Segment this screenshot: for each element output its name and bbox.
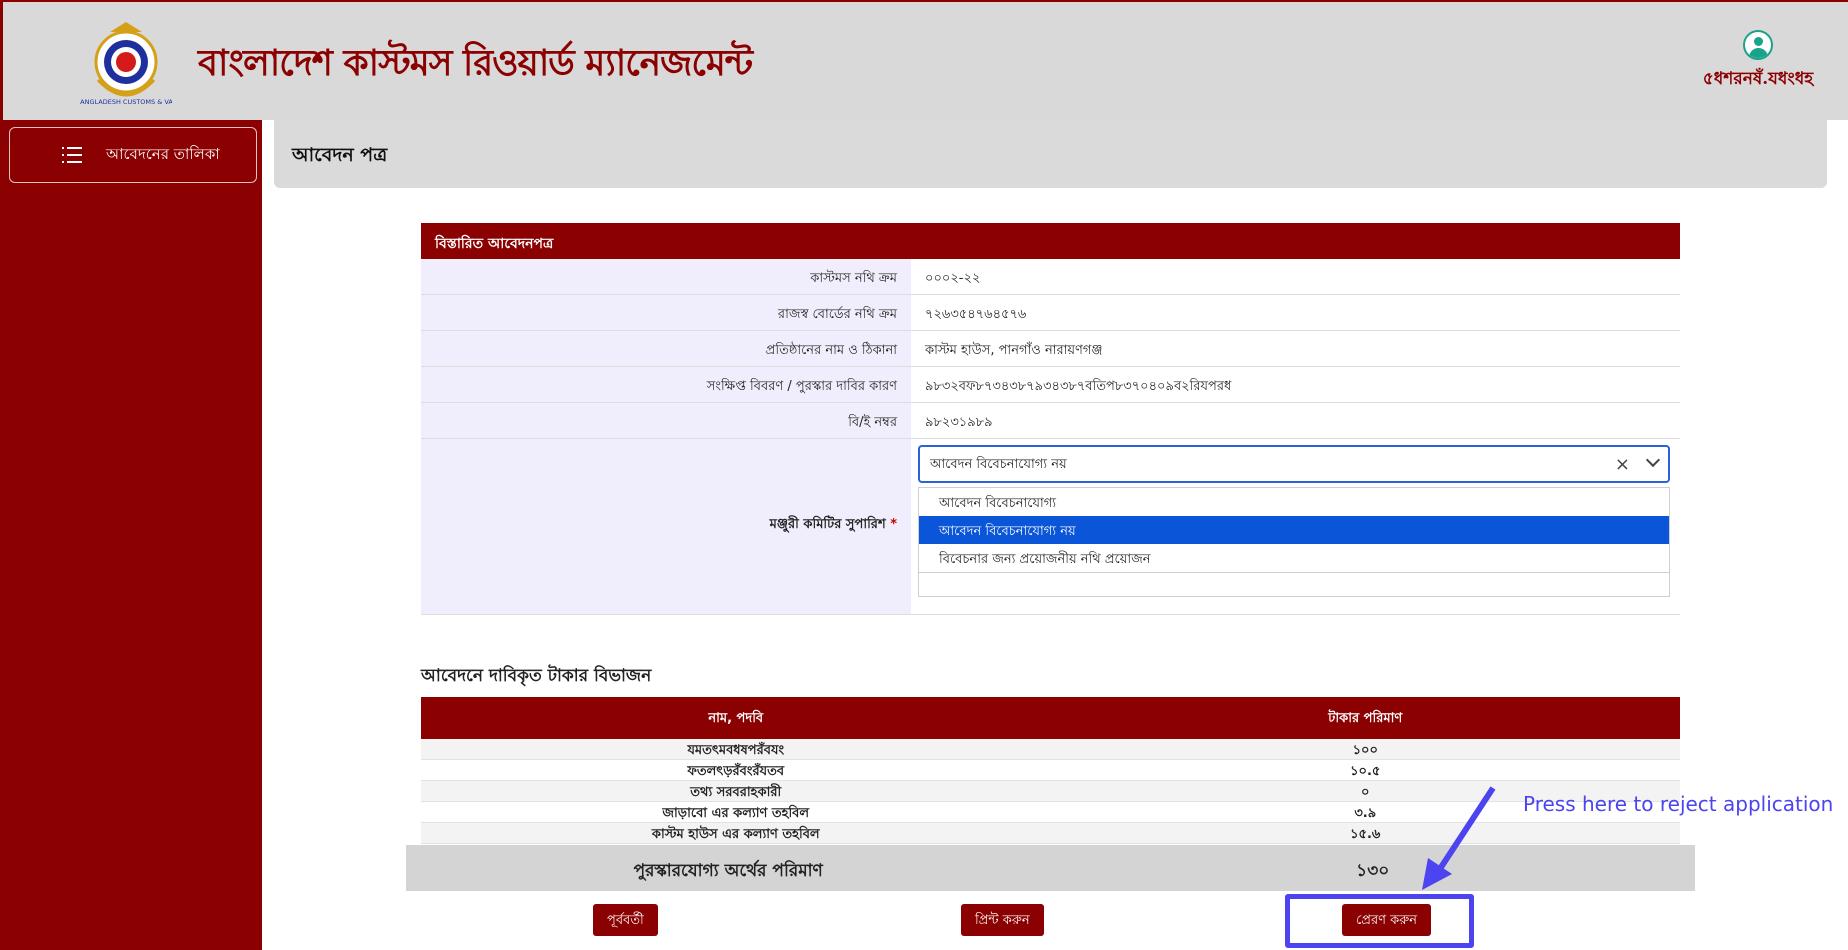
annotation-text: Press here to reject application (1523, 792, 1834, 816)
page-heading: আবেদন পত্র (274, 120, 1827, 188)
detail-row: রাজস্ব বোর্ডের নথি ক্রম ৭২৬৩৫৪৭৬৪৫৭৬ (421, 295, 1680, 331)
detail-row: কাস্টমস নথি ক্রম ০০০২-২২ (421, 259, 1680, 295)
page-title: আবেদন পত্র (292, 144, 388, 166)
print-button[interactable]: প্রিন্ট করুন (961, 904, 1044, 936)
detail-value: কাস্টম হাউস, পানগাঁও নারায়ণগঞ্জ (911, 331, 1680, 366)
name-cell: তথ্য সরবরাহকারী (690, 785, 782, 800)
sidebar: আবেদনের তালিকা (3, 120, 262, 950)
detail-table: বিস্তারিত আবেদনপত্র কাস্টমস নথি ক্রম ০০০… (421, 223, 1680, 615)
amount-cell: ১৫.৬ (1350, 827, 1381, 842)
detail-value: ৯৮২৩১৯৮৯ (911, 403, 1680, 438)
detail-value: ৯৮৩২বফ৮৭৩৪৩৮৭৯৩৪৩৮৭বতিপ৮৩৭০৪০৯ব২রিযপরধ (911, 367, 1680, 402)
name-cell: ফতলৎড়রঁবংরঁযতব (687, 764, 785, 779)
detail-value: ০০০২-২২ (911, 259, 1680, 294)
total-label: পুরস্কারযোগ্য অর্থের পরিমাণ (633, 861, 823, 881)
table-row: ফতলৎড়রঁবংরঁযতব ১০.৫ (421, 760, 1680, 781)
dropdown-option[interactable]: আবেদন বিবেচনাযোগ্য (919, 488, 1669, 516)
breakdown-title: আবেদনে দাবিকৃত টাকার বিভাজন (421, 666, 652, 686)
recommendation-label-text: মঞ্জুরী কমিটির সুপারিশ (769, 517, 886, 532)
top-header: BANGLADESH CUSTOMS & VAT বাংলাদেশ কাস্টম… (0, 0, 1848, 120)
dropdown-option-selected[interactable]: আবেদন বিবেচনাযোগ্য নয় (919, 516, 1669, 544)
user-name[interactable]: ৫ধশরনষঁ.যধংধহ (1688, 66, 1828, 94)
column-header: টাকার পরিমাণ (1328, 711, 1403, 726)
sidebar-item-application-list[interactable]: আবেদনের তালিকা (9, 127, 257, 183)
clear-icon[interactable]: × (1615, 454, 1630, 475)
detail-section-title: বিস্তারিত আবেদনপত্র (421, 223, 1680, 259)
dropdown-option[interactable]: বিবেচনার জন্য প্রয়োজনীয় নথি প্রয়োজন (919, 544, 1669, 572)
user-avatar-icon[interactable] (1743, 30, 1773, 60)
detail-label: রাজস্ব বোর্ডের নথি ক্রম (421, 295, 911, 330)
annotation-arrow-icon (1422, 786, 1496, 890)
recommendation-dropdown: আবেদন বিবেচনাযোগ্য আবেদন বিবেচনাযোগ্য নয… (918, 487, 1670, 597)
recommendation-label: মঞ্জুরী কমিটির সুপারিশ * (421, 439, 911, 614)
chevron-down-icon[interactable] (1645, 452, 1661, 468)
detail-label: প্রতিষ্ঠানের নাম ও ঠিকানা (421, 331, 911, 366)
remarks-textarea[interactable] (919, 572, 1669, 596)
detail-row: সংক্ষিপ্ত বিবরণ / পুরস্কার দাবির কারণ ৯৮… (421, 367, 1680, 403)
detail-value: ৭২৬৩৫৪৭৬৪৫৭৬ (911, 295, 1680, 330)
required-mark: * (890, 517, 897, 532)
recommendation-select-box[interactable]: আবেদন বিবেচনাযোগ্য নয় × (918, 445, 1670, 483)
sidebar-item-label: আবেদনের তালিকা (106, 144, 220, 163)
app-title: বাংলাদেশ কাস্টমস রিওয়ার্ড ম্যানেজমেন্ট (198, 42, 753, 84)
user-menu[interactable]: ৫ধশরনষঁ.যধংধহ (1688, 30, 1828, 90)
name-cell: জাড়াবো এর কল্যাণ তহবিল (662, 806, 810, 821)
column-header: নাম, পদবি (708, 711, 764, 726)
send-button-highlight (1285, 894, 1474, 948)
amount-cell: ১০০ (1352, 743, 1378, 758)
name-cell: যমতৎমবধষপরঁবযং (687, 743, 785, 758)
list-icon (62, 147, 82, 163)
detail-row: প্রতিষ্ঠানের নাম ও ঠিকানা কাস্টম হাউস, প… (421, 331, 1680, 367)
logo-text: BANGLADESH CUSTOMS & VAT (80, 98, 172, 106)
detail-label: কাস্টমস নথি ক্রম (421, 259, 911, 294)
selected-value: আবেদন বিবেচনাযোগ্য নয় (930, 457, 1067, 472)
detail-label: বি/ই নম্বর (421, 403, 911, 438)
table-row: যমতৎমবধষপরঁবযং ১০০ (421, 739, 1680, 760)
breakdown-header: নাম, পদবি টাকার পরিমাণ (421, 697, 1680, 739)
detail-row: বি/ই নম্বর ৯৮২৩১৯৮৯ (421, 403, 1680, 439)
detail-label: সংক্ষিপ্ত বিবরণ / পুরস্কার দাবির কারণ (421, 367, 911, 402)
customs-logo: BANGLADESH CUSTOMS & VAT (80, 22, 172, 106)
page: BANGLADESH CUSTOMS & VAT বাংলাদেশ কাস্টম… (0, 0, 1848, 950)
name-cell: কাস্টম হাউস এর কল্যাণ তহবিল (651, 827, 820, 842)
previous-button[interactable]: পূর্ববর্তী (593, 904, 658, 936)
amount-cell: ১০.৫ (1350, 764, 1381, 779)
total-value: ১৩০ (1356, 861, 1390, 881)
recommendation-select[interactable]: আবেদন বিবেচনাযোগ্য নয় × আবেদন বিবেচনাযো… (918, 445, 1670, 597)
